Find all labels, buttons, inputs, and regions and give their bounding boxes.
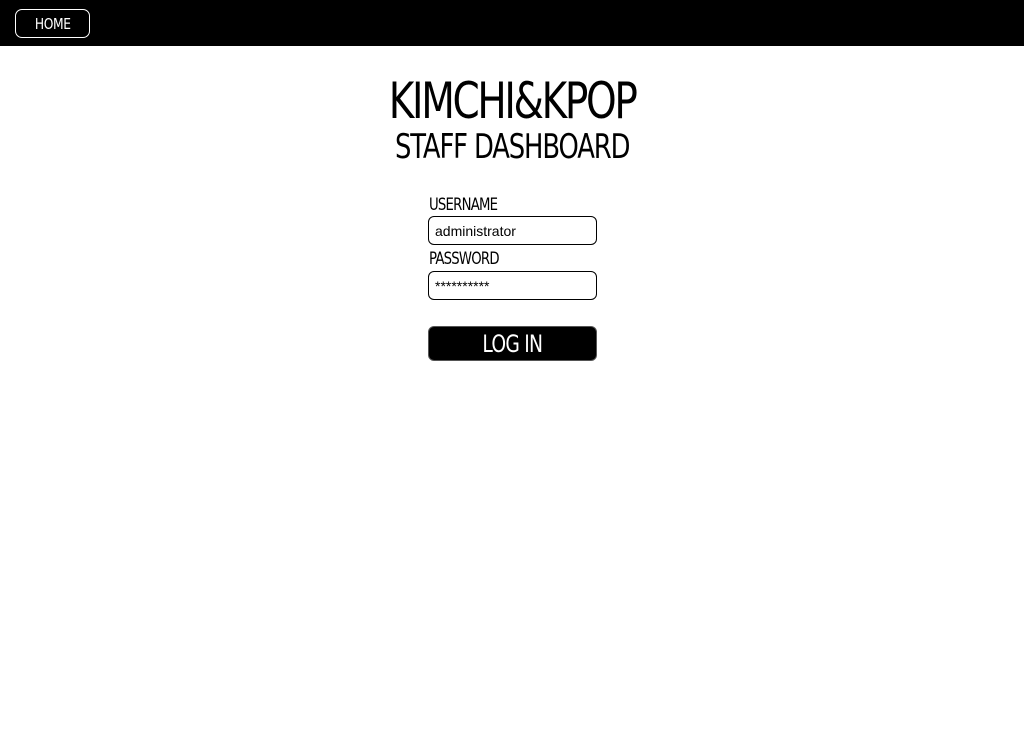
password-label: PASSWORD xyxy=(429,249,518,269)
page-title: STAFF DASHBOARD xyxy=(0,128,1024,166)
brand-title-text: KIMCHI&KPOP xyxy=(388,72,638,130)
brand-title: KIMCHI&KPOP xyxy=(0,74,1024,128)
top-nav-bar: HOME xyxy=(0,0,1024,46)
username-input[interactable] xyxy=(428,216,597,245)
password-label-text: PASSWORD xyxy=(429,249,500,269)
username-label: USERNAME xyxy=(429,195,517,215)
login-button[interactable]: LOG IN xyxy=(428,326,597,361)
login-button-label: LOG IN xyxy=(482,329,544,358)
page-title-text: STAFF DASHBOARD xyxy=(394,127,630,167)
username-label-text: USERNAME xyxy=(429,195,498,215)
home-button[interactable]: HOME xyxy=(15,9,90,38)
home-button-label: HOME xyxy=(34,14,71,33)
password-input[interactable] xyxy=(428,271,597,300)
